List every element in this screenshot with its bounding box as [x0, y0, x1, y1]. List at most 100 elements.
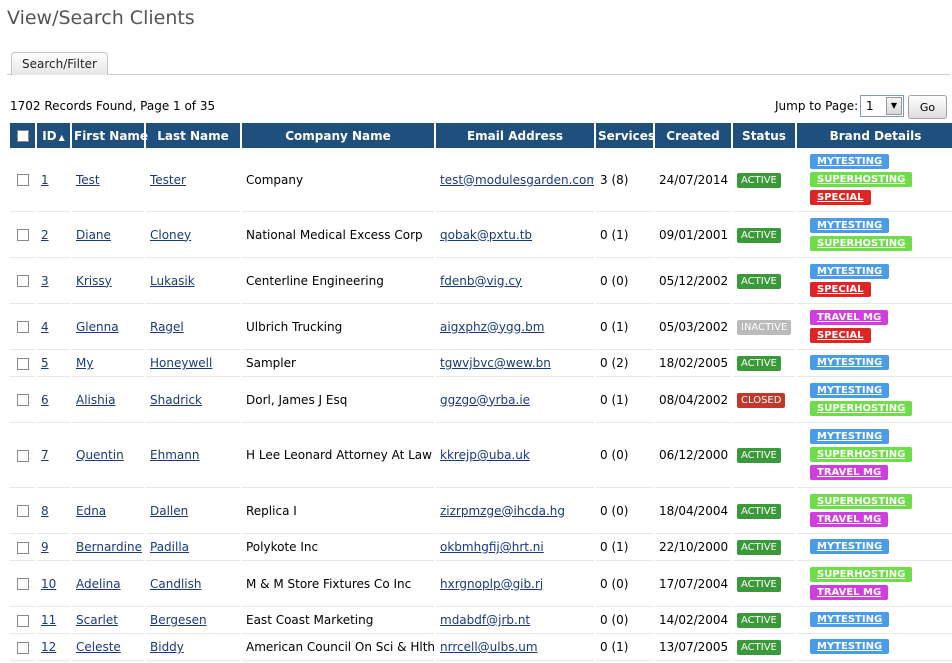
- email-link[interactable]: mdabdf@jrb.nt: [440, 613, 530, 627]
- brand-badge[interactable]: MYTESTING: [810, 539, 890, 554]
- tab-search-filter[interactable]: Search/Filter: [11, 52, 108, 75]
- brand-badge[interactable]: MYTESTING: [810, 382, 890, 398]
- row-select-cell[interactable]: [10, 148, 35, 212]
- client-id-link[interactable]: 1: [41, 173, 49, 187]
- header-last-name[interactable]: Last Name: [146, 123, 240, 148]
- brand-badge[interactable]: SUPERHOSTING: [810, 493, 913, 509]
- email-link[interactable]: test@modulesgarden.com: [440, 173, 594, 187]
- last-name-link[interactable]: Ragel: [150, 320, 184, 334]
- last-name-link[interactable]: Ehmann: [150, 448, 199, 462]
- brand-badge[interactable]: TRAVEL MG: [810, 465, 889, 480]
- header-created[interactable]: Created: [655, 123, 731, 148]
- row-select-cell[interactable]: [10, 304, 35, 350]
- brand-badge[interactable]: SUPERHOSTING: [810, 235, 913, 251]
- row-select-cell[interactable]: [10, 377, 35, 423]
- row-select-cell[interactable]: [10, 350, 35, 377]
- row-checkbox[interactable]: [16, 174, 29, 186]
- client-id-link[interactable]: 12: [41, 640, 56, 654]
- brand-badge[interactable]: SUPERHOSTING: [810, 171, 913, 187]
- last-name-link[interactable]: Tester: [150, 173, 186, 187]
- row-checkbox[interactable]: [16, 275, 29, 287]
- client-id-link[interactable]: 3: [41, 274, 49, 288]
- row-select-cell[interactable]: [10, 634, 35, 661]
- client-id-link[interactable]: 4: [41, 320, 49, 334]
- email-link[interactable]: okbmhgfij@hrt.ni: [440, 540, 544, 554]
- chevron-down-icon[interactable]: ▼: [886, 97, 902, 115]
- last-name-link[interactable]: Lukasik: [150, 274, 195, 288]
- email-link[interactable]: kkrejp@uba.uk: [440, 448, 530, 462]
- first-name-link[interactable]: Adelina: [76, 577, 121, 591]
- brand-badge[interactable]: MYTESTING: [810, 429, 890, 444]
- brand-badge[interactable]: SUPERHOSTING: [810, 400, 913, 416]
- row-checkbox[interactable]: [16, 449, 29, 462]
- brand-badge[interactable]: TRAVEL MG: [810, 511, 889, 527]
- email-link[interactable]: ggzgo@yrba.ie: [440, 393, 530, 407]
- first-name-link[interactable]: Celeste: [76, 640, 121, 654]
- last-name-link[interactable]: Shadrick: [150, 393, 202, 407]
- email-link[interactable]: qobak@pxtu.tb: [440, 228, 532, 242]
- last-name-link[interactable]: Biddy: [150, 640, 184, 654]
- first-name-link[interactable]: My: [76, 356, 93, 370]
- row-select-cell[interactable]: [10, 534, 35, 561]
- client-id-link[interactable]: 7: [41, 448, 49, 462]
- header-id[interactable]: ID ▲: [37, 123, 70, 148]
- client-id-link[interactable]: 5: [41, 356, 49, 370]
- first-name-link[interactable]: Diane: [76, 228, 111, 242]
- first-name-link[interactable]: Scarlet: [76, 613, 118, 627]
- header-first-name[interactable]: First Name: [72, 123, 148, 148]
- header-services[interactable]: Services: [596, 123, 655, 148]
- row-checkbox[interactable]: [16, 357, 29, 370]
- brand-badge[interactable]: SPECIAL: [810, 281, 871, 297]
- last-name-link[interactable]: Bergesen: [150, 613, 207, 627]
- row-select-cell[interactable]: [10, 258, 35, 304]
- brand-badge[interactable]: TRAVEL MG: [810, 309, 889, 325]
- client-id-link[interactable]: 6: [41, 393, 49, 407]
- first-name-link[interactable]: Test: [76, 173, 100, 187]
- first-name-link[interactable]: Glenna: [76, 320, 119, 334]
- jump-to-page-select[interactable]: 1 ▼: [860, 95, 904, 117]
- go-button[interactable]: Go: [908, 95, 947, 119]
- brand-badge[interactable]: MYTESTING: [810, 153, 890, 169]
- brand-badge[interactable]: TRAVEL MG: [810, 584, 889, 600]
- client-id-link[interactable]: 11: [41, 613, 56, 627]
- row-checkbox[interactable]: [16, 578, 29, 590]
- client-id-link[interactable]: 8: [41, 504, 49, 518]
- client-id-link[interactable]: 10: [41, 577, 56, 591]
- last-name-link[interactable]: Padilla: [150, 540, 189, 554]
- first-name-link[interactable]: Alishia: [76, 393, 115, 407]
- brand-badge[interactable]: SPECIAL: [810, 189, 871, 205]
- first-name-link[interactable]: Edna: [76, 504, 106, 518]
- header-company-name[interactable]: Company Name: [242, 123, 434, 148]
- first-name-link[interactable]: Bernardine: [76, 540, 142, 554]
- brand-badge[interactable]: SUPERHOSTING: [810, 447, 913, 462]
- row-checkbox[interactable]: [16, 641, 29, 654]
- row-checkbox[interactable]: [16, 321, 29, 333]
- last-name-link[interactable]: Cloney: [150, 228, 191, 242]
- email-link[interactable]: nrrcell@ulbs.um: [440, 640, 538, 654]
- brand-badge[interactable]: SUPERHOSTING: [810, 566, 913, 582]
- email-link[interactable]: zizrpmzge@ihcda.hg: [440, 504, 565, 518]
- brand-badge[interactable]: MYTESTING: [810, 612, 890, 627]
- row-checkbox[interactable]: [16, 229, 29, 241]
- last-name-link[interactable]: Dallen: [150, 504, 188, 518]
- last-name-link[interactable]: Candlish: [150, 577, 201, 591]
- row-checkbox[interactable]: [16, 614, 29, 627]
- first-name-link[interactable]: Krissy: [76, 274, 112, 288]
- email-link[interactable]: tgwvjbvc@wew.bn: [440, 356, 551, 370]
- brand-badge[interactable]: MYTESTING: [810, 355, 890, 370]
- brand-badge[interactable]: MYTESTING: [810, 263, 890, 279]
- row-select-cell[interactable]: [10, 212, 35, 258]
- header-select-all[interactable]: [10, 123, 35, 148]
- row-select-cell[interactable]: [10, 607, 35, 634]
- row-select-cell[interactable]: [10, 561, 35, 607]
- email-link[interactable]: aigxphz@ygg.bm: [440, 320, 544, 334]
- select-all-checkbox[interactable]: [16, 130, 29, 142]
- header-status[interactable]: Status: [733, 123, 795, 148]
- row-checkbox[interactable]: [16, 541, 29, 554]
- email-link[interactable]: hxrgnoplp@gib.rj: [440, 577, 543, 591]
- brand-badge[interactable]: MYTESTING: [810, 217, 890, 233]
- row-checkbox[interactable]: [16, 394, 29, 406]
- brand-badge[interactable]: SPECIAL: [810, 327, 871, 343]
- client-id-link[interactable]: 9: [41, 540, 49, 554]
- row-checkbox[interactable]: [16, 505, 29, 517]
